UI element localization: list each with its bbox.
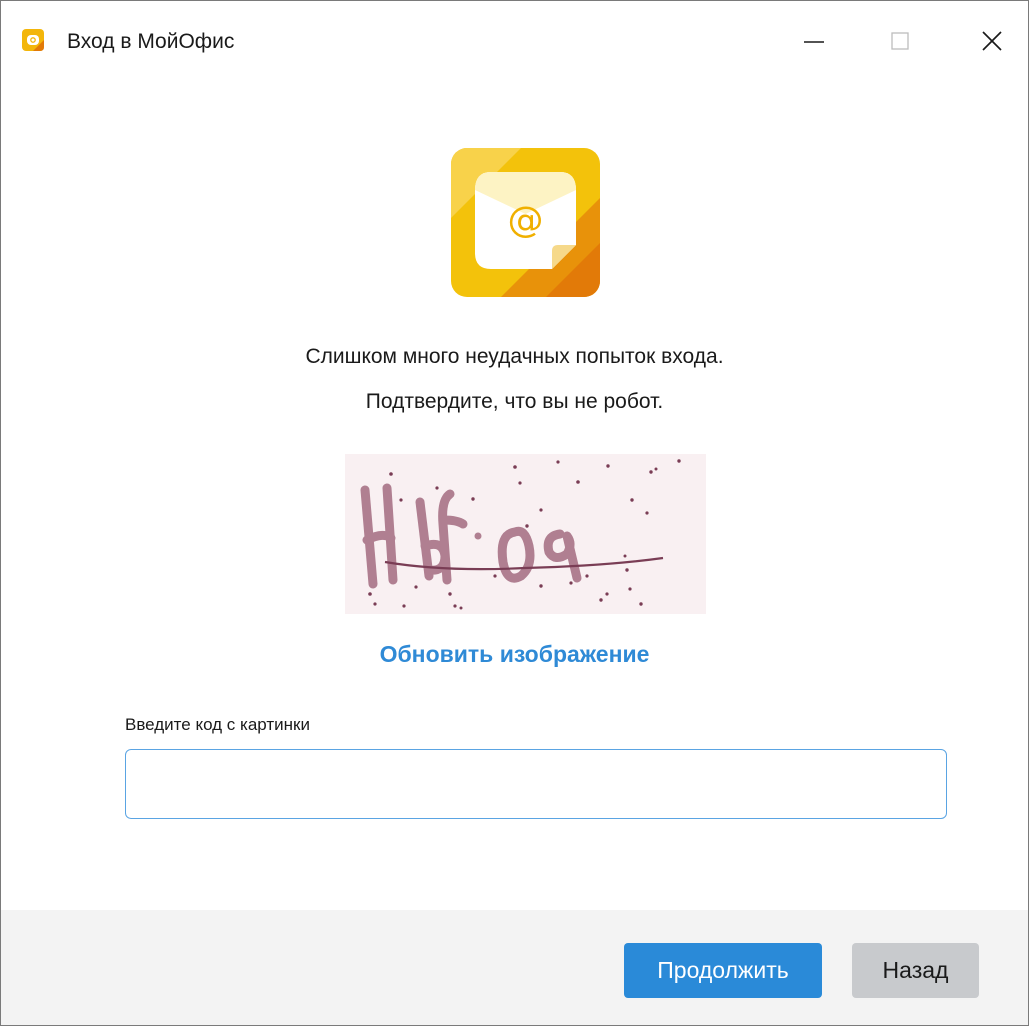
close-button[interactable]	[957, 1, 1027, 81]
maximize-button[interactable]	[865, 1, 935, 81]
login-dialog-window: Вход в МойОфис @ Слишком много неудачных…	[0, 0, 1029, 1026]
captcha-code-input[interactable]	[125, 749, 947, 819]
minimize-button[interactable]	[779, 1, 849, 81]
window-title: Вход в МойОфис	[67, 30, 235, 53]
close-icon	[982, 31, 1002, 51]
maximize-icon	[891, 32, 909, 50]
error-message-line2: Подтвердите, что вы не робот.	[365, 390, 664, 413]
refresh-image-link[interactable]: Обновить изображение	[1, 641, 1028, 668]
error-message-line1: Слишком много неудачных попыток входа.	[305, 345, 724, 368]
dialog-content: @ Слишком много неудачных попыток входа.…	[1, 81, 1028, 910]
myoffice-app-icon	[22, 29, 44, 51]
back-button[interactable]: Назад	[852, 943, 979, 998]
minimize-icon	[804, 41, 824, 43]
captcha-image	[345, 454, 706, 614]
title-bar[interactable]: Вход в МойОфис	[1, 1, 1028, 81]
svg-text:@: @	[508, 200, 544, 241]
continue-button[interactable]: Продолжить	[624, 943, 822, 998]
mail-at-envelope-icon: @	[451, 148, 600, 297]
dialog-footer: Продолжить Назад	[1, 910, 1028, 1025]
code-field-label: Введите код с картинки	[125, 715, 310, 734]
